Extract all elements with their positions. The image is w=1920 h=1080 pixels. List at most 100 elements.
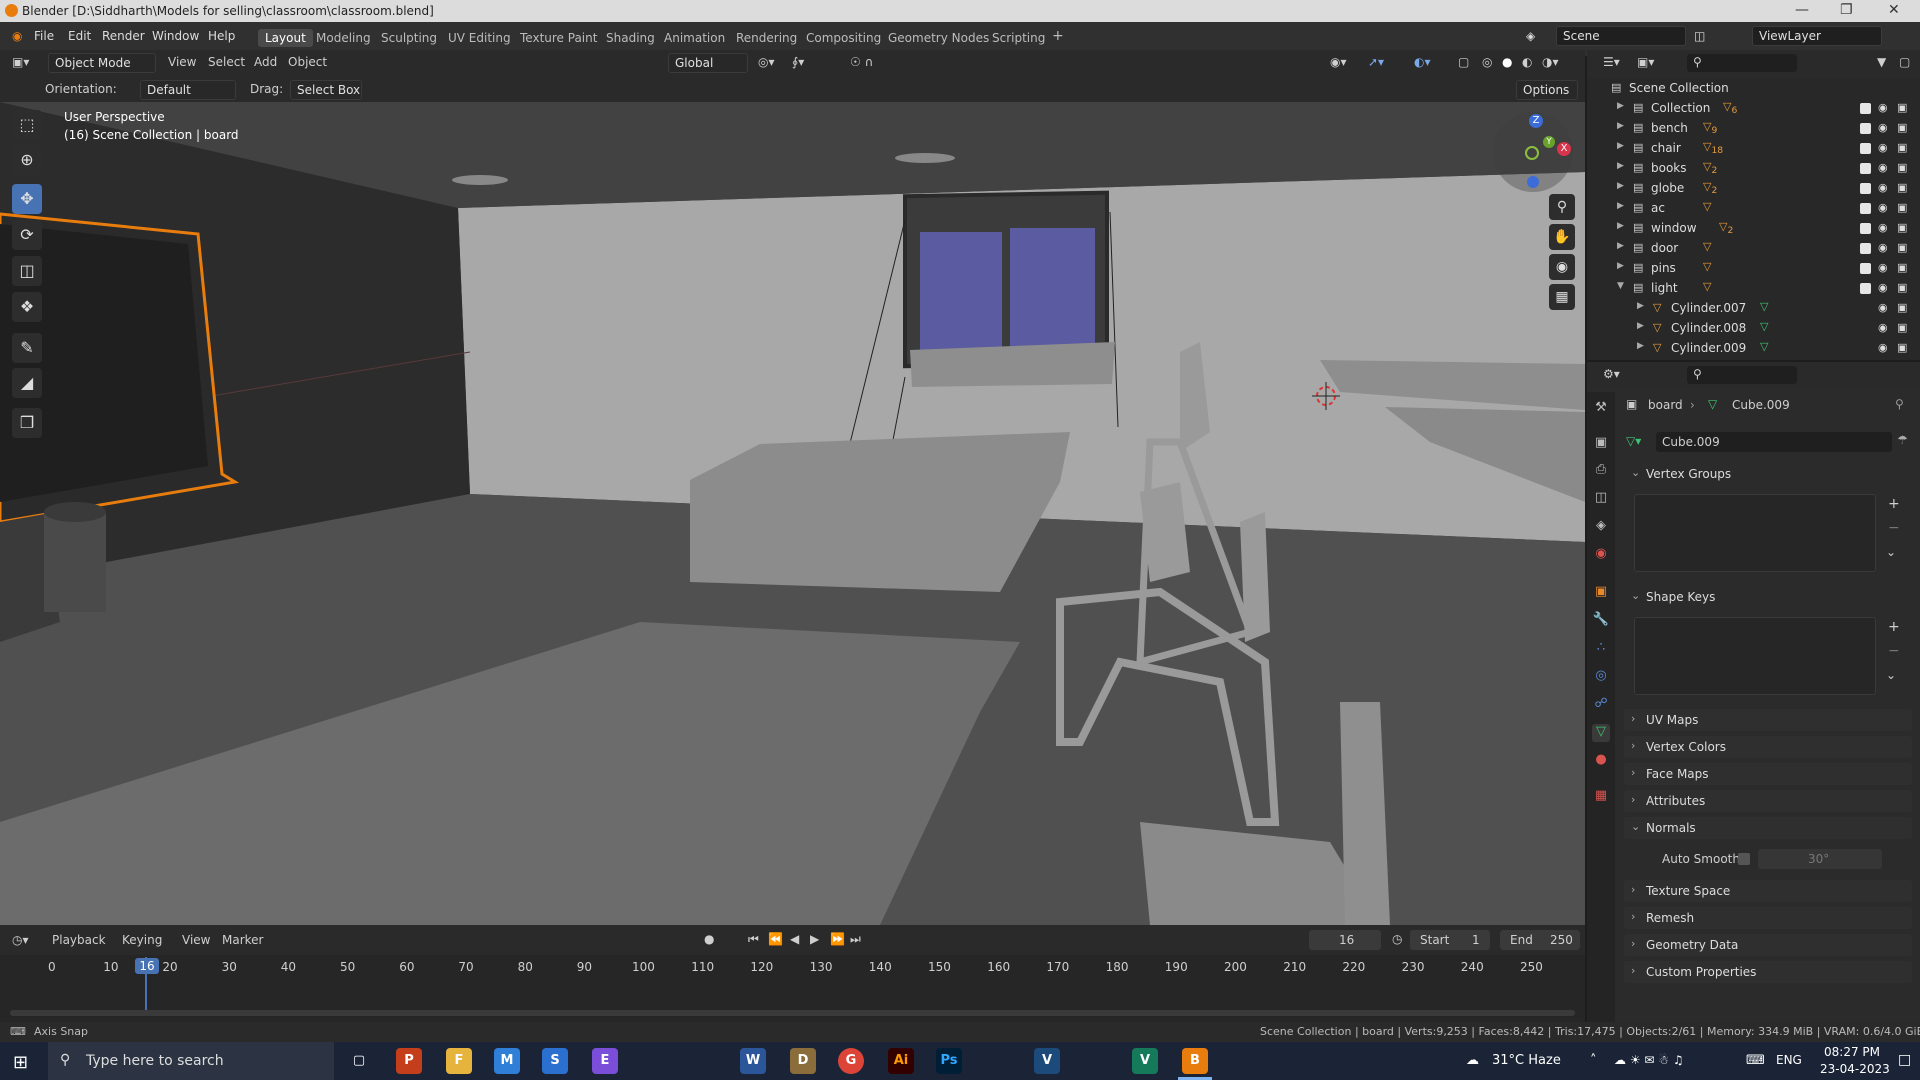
exclude-checkbox[interactable] [1860, 223, 1871, 234]
auto-smooth-checkbox[interactable] [1738, 853, 1750, 865]
viewport-menu-view[interactable]: View [168, 55, 196, 69]
camera-render-icon[interactable]: ▣ [1897, 321, 1907, 334]
taskbar-search-box[interactable]: ⚲ Type here to search [48, 1042, 334, 1080]
gizmo-neg-z[interactable] [1527, 176, 1539, 188]
options-dropdown[interactable]: Options [1516, 80, 1578, 100]
blender-menu-icon[interactable]: ◉ [12, 29, 22, 43]
camera-render-icon[interactable]: ▣ [1897, 261, 1907, 274]
solid-shading-icon[interactable]: ● [1502, 55, 1512, 69]
panel-attributes[interactable]: › Attributes [1624, 790, 1912, 812]
collapsed-arrow-icon[interactable]: ▶ [1617, 101, 1624, 111]
properties-editor-type-icon[interactable]: ⚙▾ [1603, 367, 1620, 381]
collapsed-arrow-icon[interactable]: ▶ [1617, 241, 1624, 251]
camera-render-icon[interactable]: ▣ [1897, 101, 1907, 114]
eye-visibility-icon[interactable]: ◉ [1878, 241, 1888, 254]
gizmo-x-axis[interactable]: X [1557, 142, 1571, 156]
current-frame-field[interactable]: 16 [1309, 930, 1381, 950]
workspace-tab-texture-paint[interactable]: Texture Paint [520, 31, 597, 45]
measure-tool-icon[interactable]: ◢ [12, 368, 42, 398]
workspace-tab-rendering[interactable]: Rendering [736, 31, 797, 45]
collapsed-arrow-icon[interactable]: ▶ [1617, 181, 1624, 191]
transform-tool-icon[interactable]: ❖ [12, 292, 42, 322]
menu-help[interactable]: Help [208, 29, 235, 43]
particles-tab-icon[interactable]: ∴ [1592, 640, 1610, 658]
workspace-tab-geometry-nodes[interactable]: Geometry Nodes [888, 31, 989, 45]
menu-edit[interactable]: Edit [68, 29, 91, 43]
properties-search-input[interactable]: ⚲ [1687, 366, 1797, 384]
workspace-tab-layout[interactable]: Layout [258, 29, 313, 47]
task-view-icon[interactable]: ▢ [346, 1048, 372, 1074]
start-frame-field[interactable]: Start 1 [1410, 930, 1490, 950]
workspace-tab-shading[interactable]: Shading [606, 31, 655, 45]
exclude-checkbox[interactable] [1860, 263, 1871, 274]
filter-icon[interactable]: ▼ [1877, 55, 1886, 69]
outliner-row[interactable]: ▶ ▽ Cylinder.008 ▽ ◉ ▣ [1587, 318, 1920, 338]
exclude-checkbox[interactable] [1860, 183, 1871, 194]
outliner-row[interactable]: ▶ ▤ globe ▽2 ◉ ▣ [1587, 178, 1920, 198]
camera-render-icon[interactable]: ▣ [1897, 181, 1907, 194]
shape-keys-list[interactable] [1634, 617, 1876, 695]
collapsed-arrow-icon[interactable]: ▶ [1617, 261, 1624, 271]
taskbar-app-desktop-icon[interactable]: D [790, 1048, 816, 1074]
camera-render-icon[interactable]: ▣ [1897, 301, 1907, 314]
view-layer-icon[interactable]: ◫ [1694, 29, 1705, 43]
preview-range-icon[interactable]: ◷ [1392, 932, 1402, 946]
workspace-tab-uv-editing[interactable]: UV Editing [448, 31, 511, 45]
weather-text[interactable]: 31°C Haze [1492, 1053, 1561, 1068]
jump-end-icon[interactable]: ⏭ [850, 932, 861, 947]
language-indicator[interactable]: ENG [1776, 1053, 1802, 1067]
constraints-tab-icon[interactable]: ☍ [1592, 696, 1610, 714]
eye-visibility-icon[interactable]: ◉ [1878, 161, 1888, 174]
viewport-menu-object[interactable]: Object [288, 55, 327, 69]
jump-start-icon[interactable]: ⏮ [748, 932, 759, 947]
clock-time[interactable]: 08:27 PM [1824, 1045, 1880, 1059]
expand-arrow-icon[interactable]: ▼ [1617, 281, 1624, 291]
auto-key-record-icon[interactable]: ● [704, 932, 714, 946]
end-frame-field[interactable]: End 250 [1500, 930, 1580, 950]
menu-render[interactable]: Render [102, 29, 145, 43]
menu-file[interactable]: File [34, 29, 54, 43]
vertex-group-specials-icon[interactable]: ⌄ [1886, 545, 1896, 559]
collapsed-arrow-icon[interactable]: ▶ [1617, 141, 1624, 151]
taskbar-app-mail-icon[interactable]: M [494, 1048, 520, 1074]
scene-tab-icon[interactable]: ◈ [1592, 518, 1610, 536]
outliner-search-input[interactable]: ⚲ [1687, 54, 1797, 72]
fake-user-shield-icon[interactable]: ☂ [1897, 433, 1908, 447]
taskbar-app-word-icon[interactable]: W [740, 1048, 766, 1074]
taskbar-app-store-icon[interactable]: S [542, 1048, 568, 1074]
eye-visibility-icon[interactable]: ◉ [1878, 181, 1888, 194]
menu-window[interactable]: Window [152, 29, 199, 43]
outliner-row[interactable]: ▶ ▤ chair ▽18 ◉ ▣ [1587, 138, 1920, 158]
prev-keyframe-icon[interactable]: ⏪ [768, 932, 783, 946]
workspace-tab-compositing[interactable]: Compositing [806, 31, 881, 45]
panel-vertex-groups[interactable]: ⌄ Vertex Groups [1624, 463, 1912, 485]
tray-icons[interactable]: ☁ ☀ ✉ ☃ ♫ [1614, 1053, 1684, 1067]
grid-ortho-icon[interactable]: ▦ [1549, 284, 1575, 310]
next-keyframe-icon[interactable]: ⏩ [830, 932, 845, 946]
annotate-tool-icon[interactable]: ✎ [12, 333, 42, 363]
mesh-data-browse-icon[interactable]: ▽▾ [1626, 434, 1641, 448]
exclude-checkbox[interactable] [1860, 243, 1871, 254]
breadcrumb-object[interactable]: board [1648, 398, 1683, 412]
xray-icon[interactable]: ▢ [1458, 55, 1469, 69]
restore-icon[interactable]: ❐ [1840, 2, 1853, 18]
vertex-groups-list[interactable] [1634, 494, 1876, 572]
gizmo-z-axis[interactable]: Z [1529, 114, 1543, 128]
scene-selector[interactable]: Scene [1556, 26, 1686, 46]
collapsed-arrow-icon[interactable]: ▶ [1637, 321, 1644, 331]
outliner-row[interactable]: ▶ ▽ Cylinder.009 ▽ ◉ ▣ [1587, 338, 1920, 358]
proportional-edit-icon[interactable]: ☉ ∩ [850, 55, 873, 69]
cursor-tool-icon[interactable]: ⊕ [12, 145, 42, 175]
zoom-icon[interactable]: ⚲ [1549, 194, 1575, 220]
outliner-row[interactable]: ▶ ▤ ac ▽ ◉ ▣ [1587, 198, 1920, 218]
play-reverse-icon[interactable]: ◀ [790, 932, 799, 946]
editor-type-icon[interactable]: ▣▾ [12, 55, 29, 69]
exclude-checkbox[interactable] [1860, 203, 1871, 214]
exclude-checkbox[interactable] [1860, 283, 1871, 294]
eye-visibility-icon[interactable]: ◉ [1878, 221, 1888, 234]
auto-smooth-angle-field[interactable]: 30° [1758, 849, 1882, 869]
panel-normals[interactable]: ⌄ Normals [1624, 817, 1912, 839]
add-vertex-group-icon[interactable]: + [1888, 496, 1900, 512]
camera-render-icon[interactable]: ▣ [1897, 161, 1907, 174]
texture-tab-icon[interactable]: ▦ [1592, 788, 1610, 806]
